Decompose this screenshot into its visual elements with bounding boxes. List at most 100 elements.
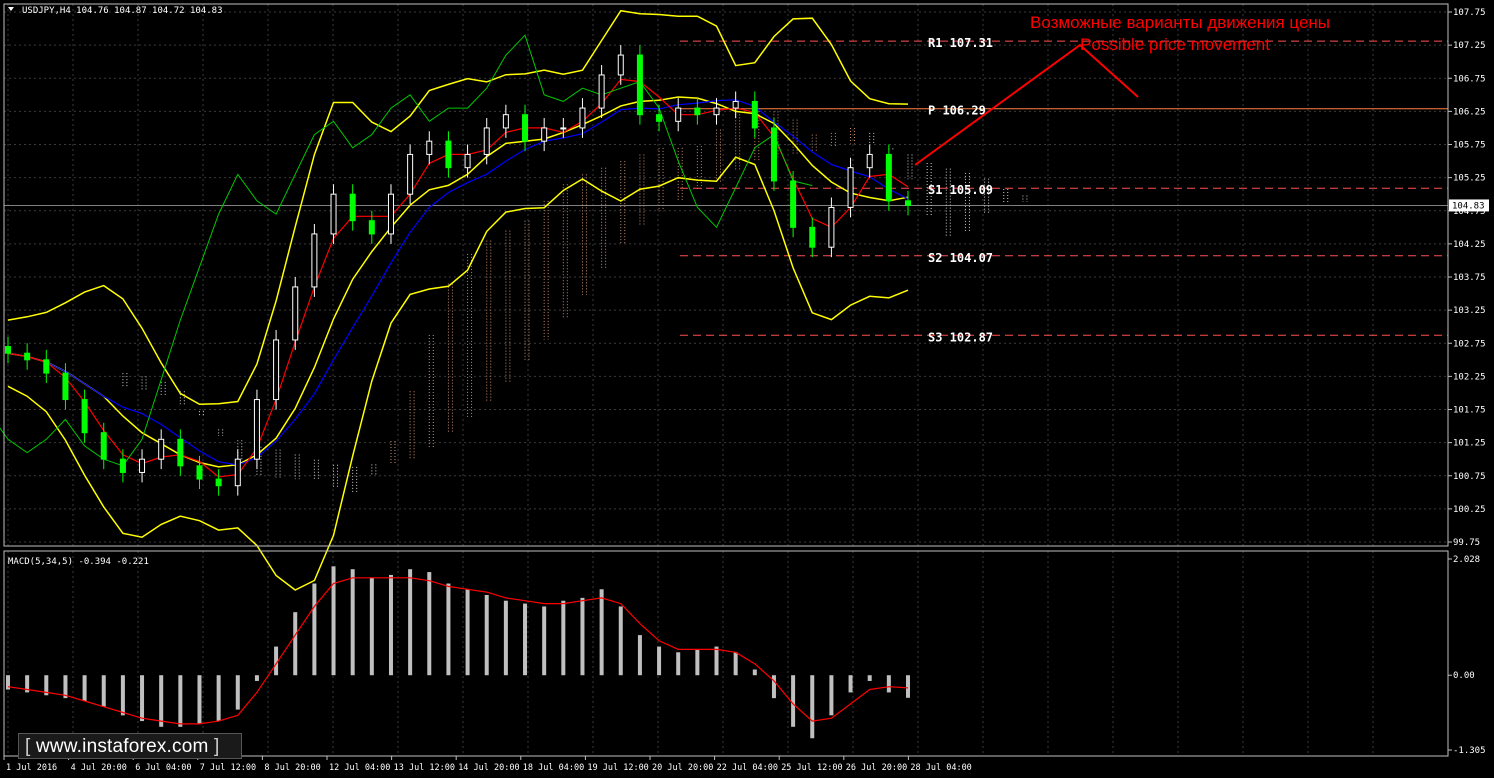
candle-body — [62, 372, 69, 401]
macd-bar — [178, 675, 183, 727]
macd-bar — [523, 603, 528, 676]
x-tick-label: 19 Jul 12:00 — [587, 763, 648, 773]
candle-body — [368, 220, 375, 235]
candle-body — [464, 153, 471, 169]
candle-body — [81, 399, 88, 434]
candle-body — [732, 100, 739, 109]
y-tick-label: 106.75 — [1453, 74, 1486, 84]
macd-bar — [254, 675, 259, 681]
macd-bar — [618, 606, 623, 676]
macd-y-tick-label: 2.028 — [1453, 555, 1480, 565]
candle-body — [579, 107, 586, 129]
candle-body — [426, 140, 433, 155]
macd-bar — [197, 675, 202, 724]
grid — [4, 4, 1448, 756]
x-tick-label: 12 Jul 04:00 — [329, 763, 390, 773]
candle-body — [656, 114, 663, 122]
macd-bar — [810, 675, 815, 739]
macd-bar — [848, 675, 853, 693]
x-tick-label: 18 Jul 04:00 — [523, 763, 584, 773]
candle-body — [5, 346, 11, 354]
macd-panel-frame — [3, 550, 1449, 757]
macd-bar — [388, 574, 393, 676]
macd-bar — [771, 675, 776, 699]
candle-body — [43, 359, 50, 374]
candle-body — [215, 478, 222, 487]
watermark-bracket-right: ] — [213, 736, 220, 757]
y-tick-label: 107.25 — [1453, 41, 1486, 51]
macd-bar — [350, 569, 355, 676]
current-price-label: 104.83 — [1452, 201, 1485, 211]
macd-bar — [369, 577, 374, 676]
y-tick-label: 105.75 — [1453, 141, 1486, 151]
x-tick-label: 25 Jul 12:00 — [781, 763, 842, 773]
x-tick-label: 1 Jul 2016 — [6, 763, 57, 773]
macd-bar — [637, 635, 642, 676]
macd-header: MACD(5,34,5) -0.394 -0.221 — [8, 557, 149, 567]
candle-body — [905, 200, 911, 206]
macd-panel — [6, 566, 910, 739]
candle-body — [617, 54, 624, 76]
candle-body — [636, 54, 643, 116]
y-tick-label: 105.25 — [1453, 174, 1486, 184]
y-tick-label: 107.75 — [1453, 8, 1486, 18]
candle-body — [483, 127, 490, 155]
bollinger-lower — [7, 156, 909, 591]
y-tick-label: 101.25 — [1453, 439, 1486, 449]
chart-area: R1 107.31 P 106.29 S1 105.09 S2 104.07 S3 10… — [0, 3, 1489, 773]
candle-body — [522, 114, 529, 142]
macd-bar — [580, 597, 585, 676]
macd-bar — [235, 675, 240, 710]
annotation-ru: Возможные варианты движения цены — [1030, 13, 1330, 32]
watermark: [ www.instaforex.com ] — [18, 733, 242, 759]
candle-body — [694, 107, 701, 116]
pivot-label: R1 107.31 — [928, 36, 993, 50]
macd-bar — [829, 675, 834, 716]
macd-bar — [676, 652, 681, 676]
pivot-label: S3 102.87 — [928, 330, 993, 344]
candle-body — [713, 107, 720, 116]
annotation-en: Possible price movement — [1080, 35, 1270, 54]
pivot-label: P 106.29 — [928, 104, 986, 118]
macd-bar — [159, 675, 164, 727]
x-tick-label: 20 Jul 20:00 — [652, 763, 713, 773]
candle-body — [866, 153, 873, 169]
macd-bar — [906, 675, 910, 698]
candle-body — [770, 127, 777, 182]
candle-body — [885, 153, 892, 202]
candle-body — [809, 226, 816, 248]
macd-y-tick-label: -1.305 — [1453, 746, 1486, 756]
candle-body — [445, 140, 452, 169]
candle-body — [560, 127, 567, 130]
macd-bar — [867, 675, 872, 681]
macd-bar — [140, 675, 145, 722]
candle-body — [24, 352, 31, 361]
macd-bar — [216, 675, 221, 722]
pivot-label: S1 105.09 — [928, 183, 993, 197]
macd-bar — [408, 569, 413, 676]
macd-bar — [427, 572, 432, 676]
candle-body — [847, 167, 854, 208]
x-tick-label: 26 Jul 20:00 — [846, 763, 907, 773]
dropdown-icon — [8, 7, 14, 11]
macd-bar — [791, 675, 796, 727]
macd-bar — [542, 606, 547, 676]
candle-body — [387, 193, 394, 235]
chikou-span — [0, 34, 813, 467]
y-tick-label: 100.75 — [1453, 472, 1486, 482]
indicator-lines — [0, 9, 1139, 591]
candle-body — [100, 432, 107, 460]
candle-body — [253, 399, 260, 460]
main-panel-frame — [3, 3, 1449, 547]
x-tick-label: 8 Jul 20:00 — [264, 763, 320, 773]
candle-body — [598, 74, 605, 109]
macd-bar — [657, 646, 662, 676]
macd-bar — [101, 675, 106, 707]
pivot-label: S2 104.07 — [928, 251, 993, 265]
candle-body — [790, 180, 797, 228]
y-tick-label: 102.75 — [1453, 339, 1486, 349]
x-tick-label: 14 Jul 20:00 — [458, 763, 519, 773]
y-tick-label: 101.75 — [1453, 406, 1486, 416]
macd-y-tick-label: 0.00 — [1453, 671, 1475, 681]
candle-body — [196, 465, 203, 480]
